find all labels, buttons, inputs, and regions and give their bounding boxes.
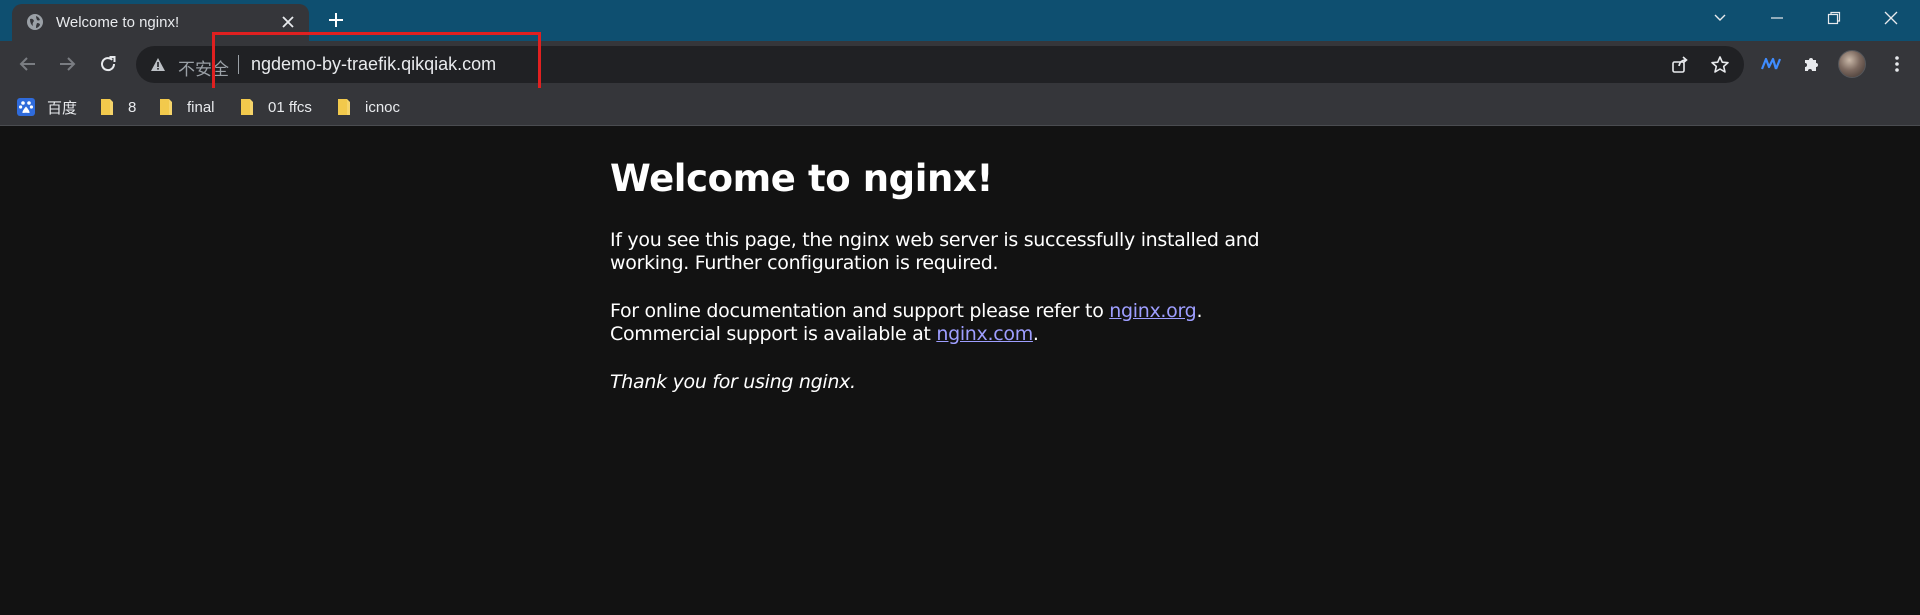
commercial-text: Commercial support is available at bbox=[610, 323, 937, 345]
folder-icon bbox=[335, 98, 353, 116]
omnibox-separator bbox=[238, 55, 239, 74]
page-viewport: Welcome to nginx! If you see this page, … bbox=[0, 127, 1920, 615]
profile-avatar[interactable] bbox=[1838, 50, 1866, 78]
reload-button[interactable] bbox=[95, 51, 121, 77]
warning-icon[interactable] bbox=[150, 57, 166, 72]
folder-icon bbox=[98, 98, 116, 116]
bookmark-label: 百度 bbox=[47, 98, 78, 117]
reload-icon bbox=[101, 56, 116, 72]
back-button[interactable] bbox=[15, 51, 41, 77]
close-icon bbox=[1884, 11, 1898, 25]
url-text[interactable]: ngdemo-by-traefik.qikqiak.com bbox=[251, 54, 496, 75]
browser-tab[interactable]: Welcome to nginx! bbox=[12, 4, 309, 41]
minimize-icon bbox=[1771, 17, 1783, 19]
share-icon[interactable] bbox=[1670, 55, 1690, 75]
bookmarks-bar: 百度 8 final 01 ffcs icnoc bbox=[0, 88, 1920, 126]
thanks-paragraph: Thank you for using nginx. bbox=[610, 371, 1270, 394]
arrow-left-icon bbox=[19, 57, 35, 71]
extensions-menu-button[interactable] bbox=[1798, 50, 1826, 78]
extension-logo-icon bbox=[1760, 57, 1782, 70]
minimize-button[interactable] bbox=[1749, 0, 1805, 36]
extension-button[interactable] bbox=[1757, 50, 1785, 78]
doc-text: For online documentation and support ple… bbox=[610, 300, 1110, 322]
commercial-text-end: . bbox=[1032, 323, 1039, 345]
restore-button[interactable] bbox=[1806, 0, 1862, 36]
close-icon[interactable] bbox=[279, 13, 297, 31]
puzzle-icon bbox=[1805, 58, 1818, 71]
folder-icon bbox=[238, 98, 256, 116]
baidu-icon bbox=[17, 98, 35, 116]
chevron-down-icon bbox=[1714, 14, 1726, 21]
thanks-text: Thank you for using nginx. bbox=[610, 371, 856, 393]
nginx-com-link[interactable]: nginx.com bbox=[936, 323, 1033, 345]
bookmark-folder-final[interactable]: final bbox=[157, 93, 215, 121]
tab-title: Welcome to nginx! bbox=[56, 14, 180, 31]
forward-button[interactable] bbox=[54, 51, 80, 77]
browser-toolbar: 不安全 ngdemo-by-traefik.qikqiak.com bbox=[0, 41, 1920, 88]
page-title: Welcome to nginx! bbox=[610, 157, 993, 200]
doc-text-end: . bbox=[1196, 300, 1203, 322]
close-window-button[interactable] bbox=[1863, 0, 1919, 36]
star-icon[interactable] bbox=[1710, 55, 1730, 75]
bookmark-folder-icnoc[interactable]: icnoc bbox=[335, 93, 400, 121]
new-tab-icon[interactable] bbox=[326, 10, 346, 30]
title-bar: Welcome to nginx! bbox=[0, 0, 1920, 41]
bookmark-baidu[interactable]: 百度 bbox=[17, 93, 77, 121]
tab-search-button[interactable] bbox=[1692, 0, 1748, 36]
bookmark-label: 01 ffcs bbox=[268, 98, 312, 116]
globe-icon bbox=[27, 14, 43, 30]
address-bar[interactable]: 不安全 ngdemo-by-traefik.qikqiak.com bbox=[136, 46, 1744, 83]
bookmark-label: icnoc bbox=[365, 98, 401, 116]
nginx-welcome-page: Welcome to nginx! If you see this page, … bbox=[610, 127, 1270, 394]
folder-icon bbox=[157, 98, 175, 116]
bookmark-label: 8 bbox=[128, 98, 137, 116]
bookmark-folder-01-ffcs[interactable]: 01 ffcs bbox=[238, 93, 312, 121]
intro-paragraph: If you see this page, the nginx web serv… bbox=[610, 229, 1260, 274]
bookmark-label: final bbox=[187, 98, 215, 116]
documentation-paragraph: For online documentation and support ple… bbox=[610, 300, 1270, 346]
restore-icon bbox=[1827, 11, 1841, 25]
browser-menu-button[interactable] bbox=[1883, 50, 1911, 78]
arrow-right-icon bbox=[60, 57, 76, 71]
security-status-label[interactable]: 不安全 bbox=[178, 55, 229, 80]
bookmark-folder-8[interactable]: 8 bbox=[98, 93, 136, 121]
nginx-org-link[interactable]: nginx.org bbox=[1109, 300, 1196, 322]
more-vertical-icon bbox=[1895, 56, 1899, 72]
